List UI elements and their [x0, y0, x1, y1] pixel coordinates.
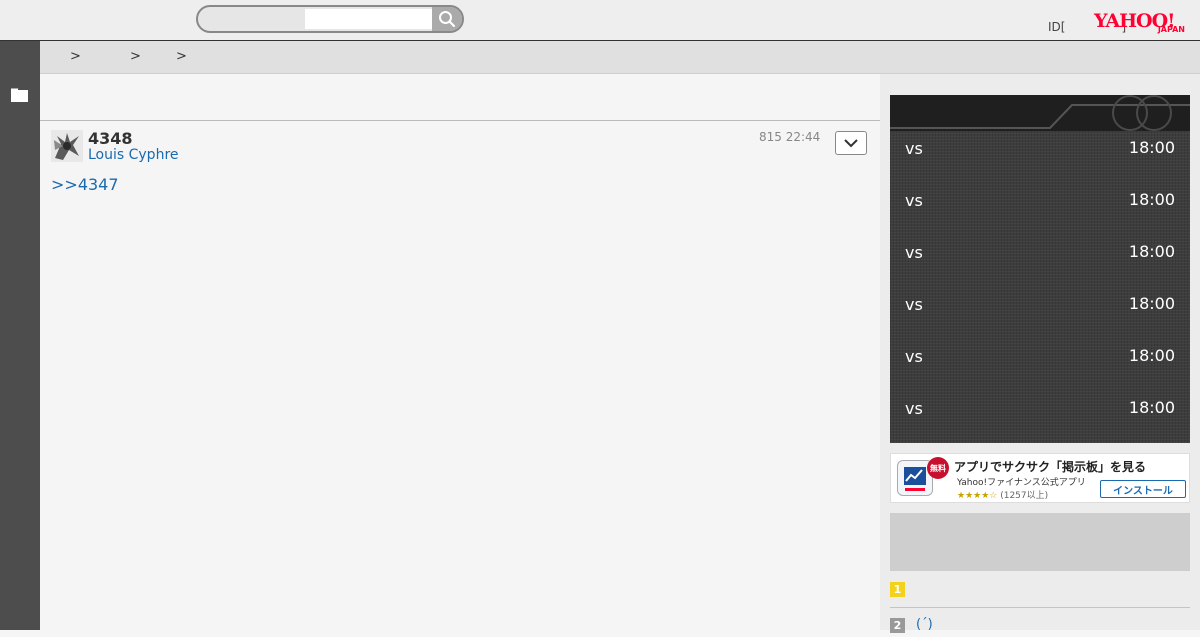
ranking-item[interactable]: 1 [890, 579, 1190, 601]
install-button[interactable]: インストール [1100, 480, 1186, 498]
post-divider [40, 120, 880, 121]
search-box [196, 5, 464, 33]
scoreboard-header [890, 95, 1190, 131]
game-vs: vs [905, 191, 923, 210]
right-sidebar: vs 18:00 vs 18:00 vs 18:00 vs 18:00 vs 1… [880, 74, 1200, 633]
banner-subtitle: Yahoo!ファイナンス公式アプリ [957, 478, 1086, 488]
search-input[interactable] [305, 9, 435, 29]
app-install-banner[interactable]: 無料 アプリでサクサク「掲示板」を見る Yahoo!ファイナンス公式アプリ ★★… [890, 453, 1190, 503]
breadcrumb-separator: > [70, 49, 81, 64]
game-time: 18:00 [1128, 138, 1175, 157]
post-timestamp: 815 22:44 [759, 130, 821, 144]
baseball-scoreboard: vs 18:00 vs 18:00 vs 18:00 vs 18:00 vs 1… [890, 95, 1190, 443]
game-time: 18:00 [1128, 398, 1175, 417]
breadcrumb: > > > [40, 41, 1200, 74]
rank-badge: 2 [890, 618, 905, 633]
game-time: 18:00 [1128, 190, 1175, 209]
game-row[interactable]: vs 18:00 [890, 289, 1190, 319]
left-rail [0, 41, 40, 630]
game-vs: vs [905, 399, 923, 418]
top-header: ID[] YAHOO! JAPAN [0, 0, 1200, 41]
banner-title: アプリでサクサク「掲示板」を見る [954, 460, 1147, 474]
yahoo-japan-logo[interactable]: YAHOO! JAPAN [1094, 10, 1188, 36]
post-menu-button[interactable] [835, 131, 867, 155]
rank-badge: 1 [890, 582, 905, 597]
search-button[interactable] [432, 7, 462, 31]
game-vs: vs [905, 243, 923, 262]
post-number: 4348 [88, 129, 133, 148]
game-row[interactable]: vs 18:00 [890, 185, 1190, 215]
game-row[interactable]: vs 18:00 [890, 341, 1190, 371]
logo-sub-text: JAPAN [1157, 25, 1185, 34]
game-time: 18:00 [1128, 294, 1175, 313]
game-vs: vs [905, 295, 923, 314]
folder-icon[interactable] [11, 88, 28, 102]
rating-stars: ★★★★☆ [957, 491, 998, 501]
chevron-down-icon [844, 138, 858, 147]
free-badge: 無料 [927, 457, 949, 479]
search-icon [439, 11, 456, 28]
ranking-divider [890, 607, 1190, 608]
main-content: 4348 Louis Cyphre 815 22:44 >>4347 [40, 74, 880, 630]
game-time: 18:00 [1128, 346, 1175, 365]
ranking-item[interactable]: 2 (´) [890, 615, 1190, 637]
game-time: 18:00 [1128, 242, 1175, 261]
reply-reference-link[interactable]: >>4347 [51, 175, 119, 194]
post-author-link[interactable]: Louis Cyphre [88, 147, 179, 163]
banner-rating: ★★★★☆ (1257以上) [957, 488, 1048, 501]
user-id-prefix: ID[ [1048, 20, 1066, 34]
breadcrumb-separator: > [130, 49, 141, 64]
baseball-decoration-icon [890, 95, 1190, 131]
game-row[interactable]: vs 18:00 [890, 237, 1190, 267]
game-row[interactable]: vs 18:00 [890, 393, 1190, 423]
game-vs: vs [905, 139, 923, 158]
breadcrumb-separator: > [176, 49, 187, 64]
game-row[interactable]: vs 18:00 [890, 133, 1190, 163]
ad-placeholder [890, 513, 1190, 571]
rating-count: (1257以上) [1000, 491, 1049, 501]
game-vs: vs [905, 347, 923, 366]
avatar[interactable] [51, 130, 83, 162]
